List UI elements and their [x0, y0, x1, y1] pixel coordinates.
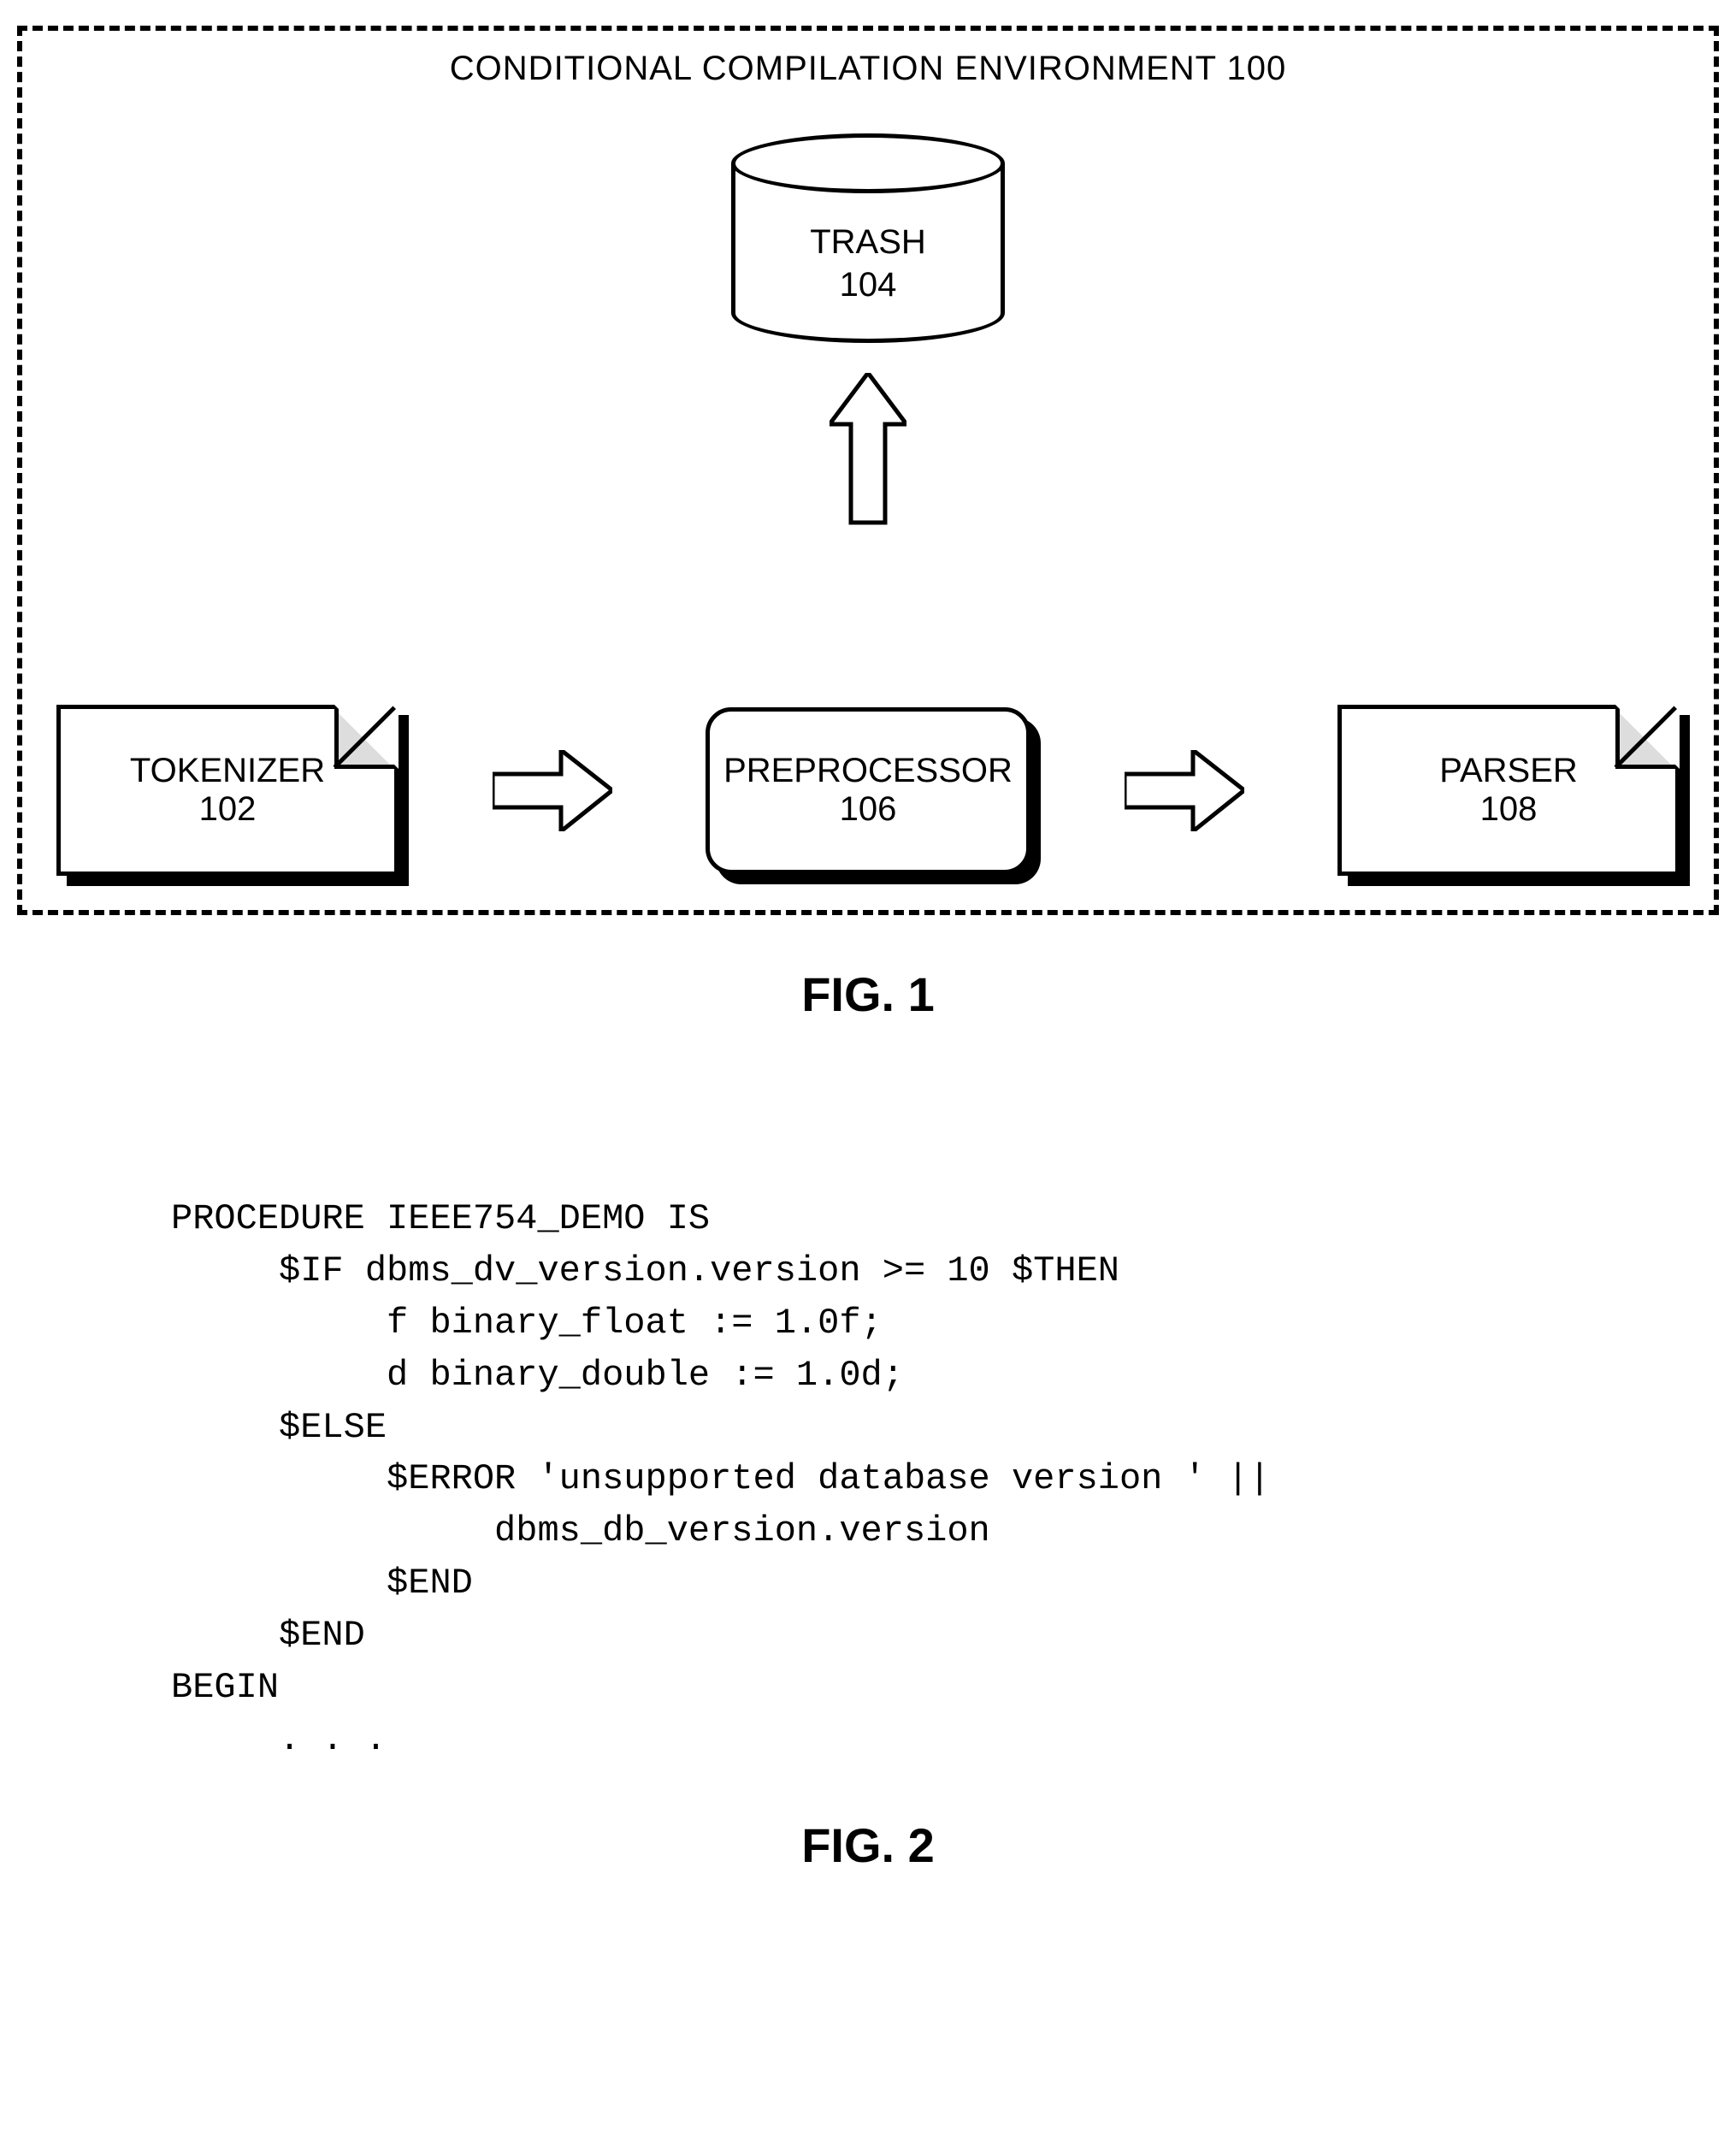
arrow-right-icon [493, 750, 612, 831]
tokenizer-doc: TOKENIZER 102 [56, 705, 399, 876]
code-block: PROCEDURE IEEE754_DEMO IS $IF dbms_dv_ve… [171, 1193, 1719, 1766]
environment-title: CONDITIONAL COMPILATION ENVIRONMENT 100 [450, 50, 1286, 88]
preprocessor-number: 106 [840, 790, 897, 829]
preprocessor-label: PREPROCESSOR [723, 752, 1013, 790]
arrow-up-icon [830, 373, 906, 527]
pipeline-row: TOKENIZER 102 [56, 705, 1680, 876]
arrow-right-icon [1125, 750, 1244, 831]
parser-number: 108 [1480, 790, 1538, 829]
figure-1-caption: FIG. 1 [17, 966, 1719, 1022]
trash-label: TRASH [731, 223, 1005, 262]
parser-doc: PARSER 108 [1337, 705, 1680, 876]
page-root: CONDITIONAL COMPILATION ENVIRONMENT 100 … [17, 26, 1719, 1873]
trash-cylinder: TRASH 104 [731, 133, 1005, 347]
parser-label: PARSER [1439, 752, 1578, 790]
trash-number: 104 [731, 266, 1005, 304]
environment-box: CONDITIONAL COMPILATION ENVIRONMENT 100 … [17, 26, 1719, 915]
preprocessor-box: PREPROCESSOR 106 [706, 707, 1030, 874]
figure-2-caption: FIG. 2 [17, 1817, 1719, 1873]
tokenizer-label: TOKENIZER [130, 752, 325, 790]
tokenizer-number: 102 [199, 790, 257, 829]
